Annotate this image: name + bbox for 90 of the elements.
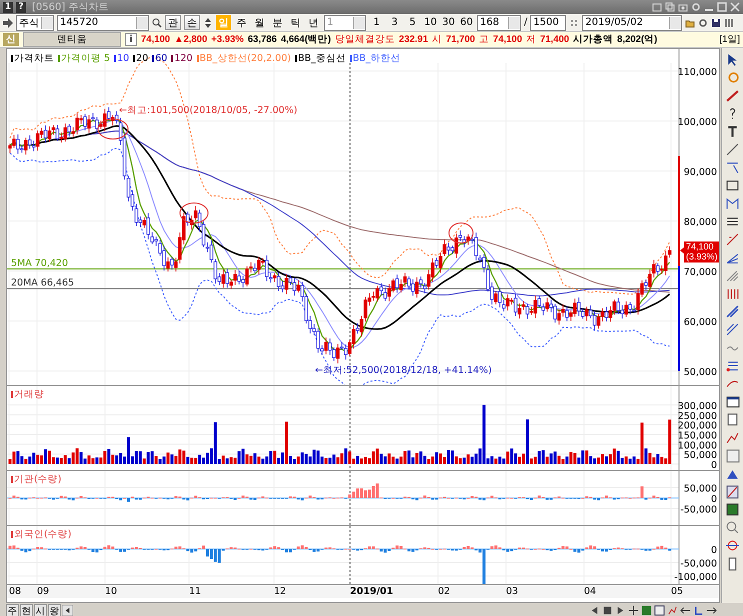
axis-label: 50,000: [684, 367, 717, 378]
market-cap-value: 8,202(억): [617, 33, 658, 46]
month-label: 11: [189, 586, 202, 597]
axis-label: 90,000: [684, 167, 717, 178]
axis-label: 70,000: [684, 267, 717, 278]
legend-label: 60: [155, 53, 168, 64]
axis-label: 150,000: [678, 430, 717, 442]
low-label: 저: [526, 33, 536, 46]
axis-label: 0: [710, 545, 717, 556]
axis-label: 0: [710, 494, 717, 505]
toolbar-button[interactable]: 손: [184, 15, 200, 30]
bottom-tab[interactable]: 현: [20, 604, 33, 616]
interval-button[interactable]: 60: [459, 15, 474, 30]
month-label: 10: [105, 586, 118, 597]
axis-label: 110,000: [678, 67, 717, 78]
month-label: 08: [9, 586, 22, 597]
period-tab[interactable]: 년: [306, 15, 321, 30]
high-price-label: ←최고:101,500(2018/10/05, -27.00%): [119, 105, 298, 116]
axis-label: 0: [710, 460, 717, 470]
toolbar-button[interactable]: 관: [165, 15, 181, 30]
interval-button[interactable]: 1: [369, 15, 384, 30]
legend-label: BB_하한선: [352, 52, 401, 65]
legend-label: BB_중심선: [298, 52, 346, 65]
axis-label: 100,000: [678, 440, 717, 452]
open-price: 71,700: [446, 34, 476, 45]
pane-title: 거래량: [14, 388, 44, 401]
separator-text: /: [524, 17, 528, 28]
window-badge[interactable]: 1: [3, 2, 13, 12]
strength-value: 232.91: [398, 34, 428, 45]
stock-name-field[interactable]: 덴티움: [23, 32, 121, 47]
change-rate: +3.93%: [211, 34, 244, 45]
interval-button[interactable]: 3: [387, 15, 402, 30]
month-label: 04: [584, 586, 596, 597]
total-field[interactable]: 1500: [530, 14, 566, 30]
legend-label: 20: [136, 53, 148, 64]
month-label: 12: [274, 586, 286, 597]
moving-average-label: 20MA 66,465: [11, 278, 74, 289]
period-tab[interactable]: 분: [270, 15, 285, 30]
moving-average-label: 5MA 70,420: [11, 258, 68, 269]
market-cap-label: 시가총액: [573, 33, 614, 46]
stock-code-field[interactable]: 145720: [57, 14, 149, 30]
interval-button[interactable]: 5: [405, 15, 420, 30]
bottom-tab[interactable]: 시: [34, 604, 47, 616]
bottom-tab[interactable]: 주: [6, 604, 19, 616]
axis-label: 50,000: [684, 450, 717, 462]
pane-title: 기관(수량): [14, 473, 62, 486]
current-price: 74,100: [141, 34, 170, 45]
info-button[interactable]: i: [125, 33, 137, 46]
legend-label: 120: [174, 53, 192, 64]
axis-label: 60,000: [684, 317, 717, 328]
open-label: 시: [432, 33, 442, 46]
legend-label: 가격이평 5: [61, 52, 110, 65]
period-tab[interactable]: 틱: [288, 15, 303, 30]
volume-value: 63,786: [248, 34, 277, 45]
date-dropdown[interactable]: 2019/05/02: [582, 14, 682, 30]
low-price: 71,400: [540, 34, 570, 45]
axis-label: -50,000: [680, 558, 717, 570]
axis-label: -50,000: [680, 504, 717, 516]
axis-label: 80,000: [684, 217, 717, 228]
month-label: 03: [506, 586, 518, 597]
count-field[interactable]: 168: [477, 14, 521, 30]
bottom-tab[interactable]: 왕: [48, 604, 61, 616]
high-label: 고: [479, 33, 490, 46]
axis-label: 300,000: [678, 400, 717, 412]
window-title: [0560] 주식차트: [32, 1, 110, 14]
axis-label: -100,000: [674, 572, 717, 583]
credit-badge: 신: [3, 33, 19, 46]
month-label: 2019/01: [350, 586, 394, 597]
trade-amount: 4,664(백만): [280, 33, 331, 46]
interval-button[interactable]: 30: [441, 15, 456, 30]
legend-label: BB_상한선(20,2.00): [200, 52, 291, 65]
market-dropdown[interactable]: 주식: [16, 14, 54, 30]
legend-label: 가격차트: [14, 52, 54, 65]
window-badge[interactable]: ?: [16, 2, 26, 12]
month-label: 05: [671, 586, 684, 597]
pane-title: 외국인(수량): [14, 528, 72, 541]
strength-label: 당일체결강도: [334, 33, 395, 46]
period-label: [1일]: [719, 33, 740, 46]
price-change: ▲2,800: [174, 34, 208, 45]
axis-label: 50,000: [684, 484, 717, 494]
high-price: 74,100: [493, 34, 522, 45]
axis-label: 250,000: [678, 410, 717, 422]
period-tab[interactable]: 주: [234, 15, 249, 30]
month-label: 02: [438, 586, 450, 597]
period-tab[interactable]: 월: [252, 15, 267, 30]
interval-button[interactable]: 10: [423, 15, 438, 30]
axis-label: 200,000: [678, 420, 717, 432]
legend-label: 10: [117, 53, 130, 64]
month-label: 09: [37, 586, 50, 597]
axis-label: 100,000: [678, 117, 717, 128]
